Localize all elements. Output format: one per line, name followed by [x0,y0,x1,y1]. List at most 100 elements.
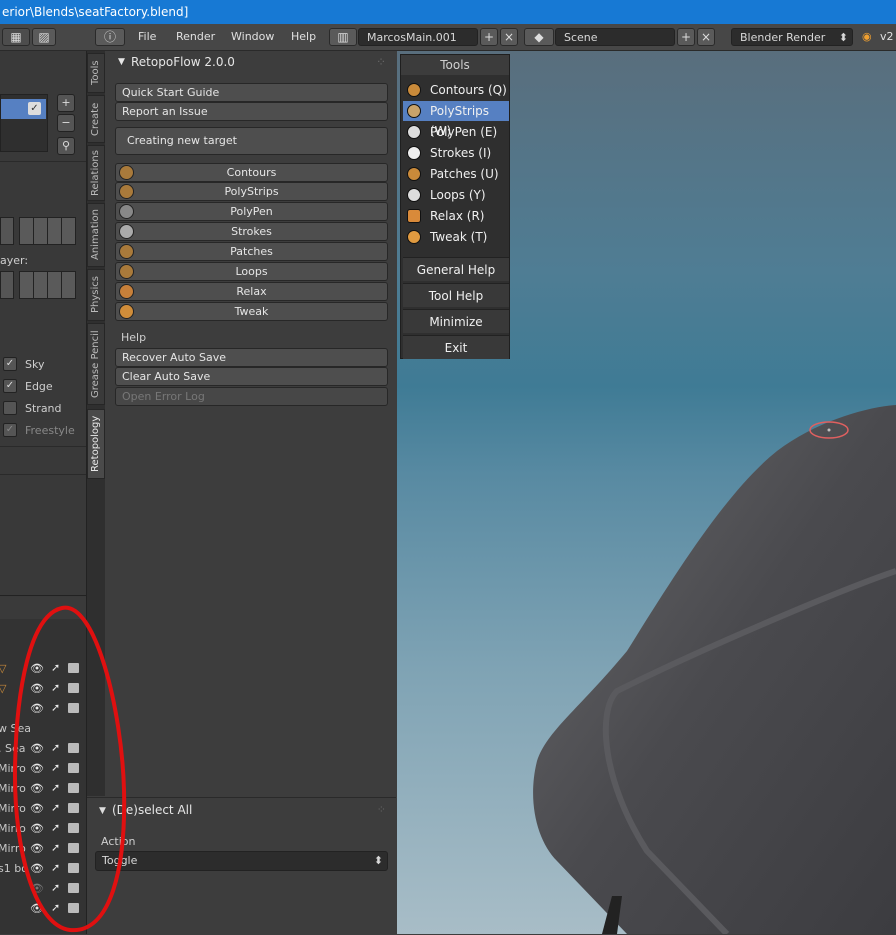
remove-scene-icon[interactable]: × [697,28,715,46]
freestyle-label: Freestyle [25,424,75,437]
layer-grid-left[interactable] [0,217,14,245]
add-layer-button[interactable]: + [57,94,75,112]
menu-item-tweak[interactable]: Tweak (T) [403,227,509,247]
menu-item-strokes[interactable]: Strokes (I) [403,143,509,163]
tools-overlay-menu: Tools Contours (Q) PolyStrips (W) PolyPe… [400,54,510,359]
relax-icon [407,209,421,223]
tab-relations[interactable]: Relations [87,145,105,201]
exclude-layer-grid[interactable] [19,271,76,299]
layer-list-selected-row[interactable]: ✓ [1,99,46,119]
scene-field[interactable]: Scene [555,28,675,46]
contours-icon [407,83,421,97]
window-title: erior\Blends\seatFactory.blend] [2,5,189,19]
divider [0,446,86,447]
panel-header[interactable]: ▼ RetopoFlow 2.0.0 ⁘ [106,51,396,73]
loops-icon [407,188,421,202]
info-editor-icon[interactable]: ⓘ [95,28,125,46]
contours-button[interactable]: Contours [115,163,388,182]
menu-help[interactable]: Help [291,28,316,46]
edge-label: Edge [25,380,53,393]
divider [0,474,86,475]
editor-type-icon[interactable]: ▦ [2,28,30,46]
screen-layout-field[interactable]: MarcosMain.001 [358,28,478,46]
tab-physics[interactable]: Physics [87,269,105,321]
open-error-log-button[interactable]: Open Error Log [115,387,388,406]
add-screen-icon[interactable]: + [480,28,498,46]
add-scene-icon[interactable]: + [677,28,695,46]
exclude-grid-left[interactable] [0,271,14,299]
patches-button[interactable]: Patches [115,242,388,261]
polystrips-icon [119,184,134,199]
tab-animation[interactable]: Animation [87,203,105,267]
version-label: v2 [880,30,894,43]
strokes-icon [407,146,421,160]
relax-icon [119,284,134,299]
menu-file[interactable]: File [138,28,156,46]
tweak-button[interactable]: Tweak [115,302,388,321]
layer-list[interactable]: ✓ [0,94,48,152]
tools-menu-title: Tools [401,55,509,75]
window-title-bar: erior\Blends\seatFactory.blend] [0,0,896,24]
menu-render[interactable]: Render [176,28,215,46]
annotation-ellipse [12,605,127,933]
edge-checkbox[interactable]: ✓ [3,379,17,393]
polystrips-button[interactable]: PolyStrips [115,182,388,201]
checkbox-icon[interactable]: ✓ [28,102,41,115]
general-help-button[interactable]: General Help [403,257,509,281]
menu-item-loops[interactable]: Loops (Y) [403,185,509,205]
info-header: ▦ ▨ ⓘ File Render Window Help ▥ MarcosMa… [0,24,896,51]
pin-icon[interactable]: ⚲ [57,137,75,155]
blender-logo-icon: ◉ [862,30,872,43]
sky-label: Sky [25,358,45,371]
patches-icon [407,167,421,181]
menu-window[interactable]: Window [231,28,274,46]
polypen-button[interactable]: PolyPen [115,202,388,221]
strand-label: Strand [25,402,62,415]
strokes-button[interactable]: Strokes [115,222,388,241]
help-section-label: Help [121,331,147,344]
menu-item-relax[interactable]: Relax (R) [403,206,509,226]
relax-button[interactable]: Relax [115,282,388,301]
chevron-down-icon: ⬍ [373,854,383,867]
patches-icon [119,244,134,259]
layer-grid[interactable] [19,217,76,245]
contours-icon [119,165,134,180]
tab-tools[interactable]: Tools [87,53,105,93]
menu-item-contours[interactable]: Contours (Q) [403,80,509,100]
tab-grease-pencil[interactable]: Grease Pencil [87,323,105,405]
render-engine-value: Blender Render [740,31,826,44]
menu-item-polypen[interactable]: PolyPen (E) [403,122,509,142]
collapse-arrow-icon[interactable]: ▼ [118,51,125,73]
freestyle-checkbox[interactable]: ✓ [3,423,17,437]
menu-item-patches[interactable]: Patches (U) [403,164,509,184]
scene-icon[interactable]: ◆ [524,28,554,46]
report-issue-button[interactable]: Report an Issue [115,102,388,121]
sky-checkbox[interactable]: ✓ [3,357,17,371]
clear-auto-save-button[interactable]: Clear Auto Save [115,367,388,386]
tweak-icon [407,230,421,244]
menu-item-polystrips[interactable]: PolyStrips (W) [403,101,509,138]
exit-button[interactable]: Exit [403,335,509,359]
remove-screen-icon[interactable]: × [500,28,518,46]
drag-handle-icon[interactable]: ⁘ [376,51,386,73]
strokes-icon [119,224,134,239]
quick-start-guide-button[interactable]: Quick Start Guide [115,83,388,102]
tab-retopology[interactable]: Retopology [87,409,105,479]
loops-button[interactable]: Loops [115,262,388,281]
minimize-button[interactable]: Minimize [403,309,509,333]
retopoflow-panel: ▼ RetopoFlow 2.0.0 ⁘ Quick Start Guide R… [106,51,396,796]
drag-handle-icon[interactable]: ⁘ [377,803,386,816]
tab-create[interactable]: Create [87,95,105,143]
strand-checkbox[interactable] [3,401,17,415]
divider [0,161,86,162]
tool-help-button[interactable]: Tool Help [403,283,509,307]
loops-icon [119,264,134,279]
polypen-icon [407,125,421,139]
recover-auto-save-button[interactable]: Recover Auto Save [115,348,388,367]
remove-layer-button[interactable]: − [57,114,75,132]
checker-icon[interactable]: ▨ [32,28,56,46]
render-engine-select[interactable]: Blender Render ⬍ [731,28,853,46]
tweak-icon [119,304,134,319]
panel-title: RetopoFlow 2.0.0 [131,55,235,69]
screen-layout-icon[interactable]: ▥ [329,28,357,46]
